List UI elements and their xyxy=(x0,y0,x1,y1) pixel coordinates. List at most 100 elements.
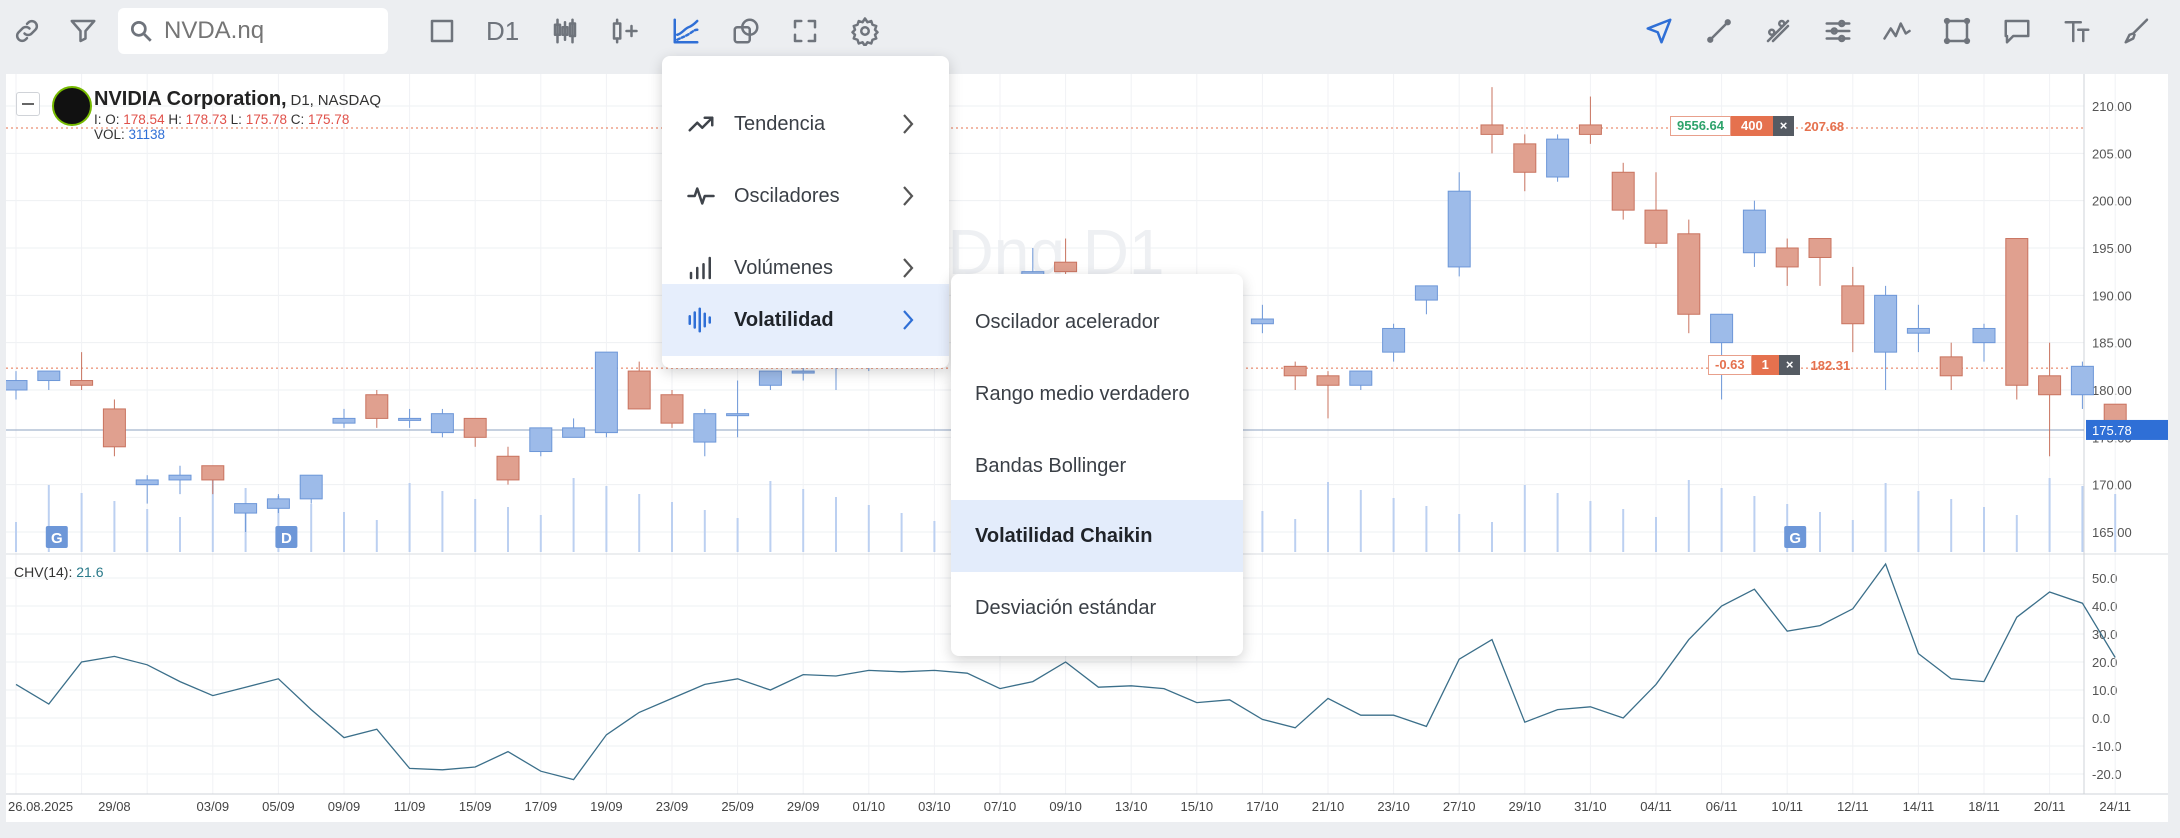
bearish-candle xyxy=(1939,356,1963,377)
date-tick-label: 13/10 xyxy=(1115,799,1148,814)
order-line-1[interactable]: 9556.64 400 × 207.68 xyxy=(1670,116,1844,136)
date-tick-label: 01/10 xyxy=(853,799,886,814)
bullish-candle xyxy=(168,474,192,481)
order-2-pl: -0.63 xyxy=(1708,355,1752,375)
add-indicator-icon[interactable] xyxy=(603,10,645,52)
order-1-close-button[interactable]: × xyxy=(1772,116,1795,136)
brush-icon[interactable] xyxy=(2116,10,2158,52)
pattern-icon[interactable] xyxy=(1876,10,1918,52)
bearish-candle xyxy=(627,370,651,410)
bullish-candle xyxy=(562,427,586,438)
date-tick-label: 26.08.2025 xyxy=(8,799,73,814)
line-icon[interactable] xyxy=(1698,10,1740,52)
date-tick-label: 11/09 xyxy=(394,799,426,814)
menu-item-osciladores[interactable]: Osciladores xyxy=(662,160,949,232)
bullish-candle xyxy=(1874,294,1898,353)
order-2-size: 1 xyxy=(1751,355,1779,375)
search-input[interactable] xyxy=(162,16,376,46)
bearish-candle xyxy=(1611,171,1635,211)
submenu-item-bollinger[interactable]: Bandas Bollinger xyxy=(951,430,1243,502)
date-tick-label: 14/11 xyxy=(1903,799,1935,814)
submenu-item-accelerator[interactable]: Oscilador acelerador xyxy=(951,286,1243,358)
bearish-candle xyxy=(1513,143,1537,173)
last-price-badge-label: 175.78 xyxy=(2092,423,2132,438)
menu-item-label: Tendencia xyxy=(734,112,826,135)
settings-icon[interactable] xyxy=(844,10,886,52)
volume-icon xyxy=(686,253,716,283)
symbol-name: NVIDIA Corporation, xyxy=(94,88,287,110)
rectangle-icon[interactable] xyxy=(1936,10,1978,52)
bearish-candle xyxy=(2005,238,2029,386)
open-label: I: O: xyxy=(94,112,120,127)
timeframe-button[interactable]: D1 xyxy=(486,16,519,47)
date-tick-label: 05/09 xyxy=(262,799,295,814)
price-tick-label: 200.00 xyxy=(2092,194,2132,209)
close-value: 175.78 xyxy=(308,112,350,127)
bullish-candle xyxy=(791,370,815,374)
link-icon[interactable] xyxy=(6,10,48,52)
compare-icon[interactable] xyxy=(725,10,767,52)
indicator-tick-label: -10.0 xyxy=(2092,739,2122,754)
date-tick-label: 25/09 xyxy=(721,799,754,814)
chv-legend: CHV(14): 21.6 xyxy=(14,564,104,580)
date-tick-label: 09/10 xyxy=(1049,799,1082,814)
collapse-legend-button[interactable] xyxy=(16,92,40,116)
bearish-candle xyxy=(1808,238,1832,258)
open-value: 178.54 xyxy=(123,112,165,127)
order-line-2[interactable]: -0.63 1 × 182.31 xyxy=(1708,355,1850,375)
bullish-candle xyxy=(1906,327,1930,334)
bullish-candle xyxy=(594,351,618,434)
symbol-search[interactable] xyxy=(118,8,388,54)
date-tick-label: 23/10 xyxy=(1377,799,1410,814)
symbol-legend: NVIDIA Corporation, D1, NASDAQ I: O: 178… xyxy=(94,88,381,142)
high-value: 178.73 xyxy=(185,112,227,127)
channel-icon[interactable] xyxy=(1817,10,1859,52)
date-tick-label: 12/11 xyxy=(1837,799,1869,814)
price-tick-label: 180.00 xyxy=(2092,383,2132,398)
filter-icon[interactable] xyxy=(62,10,104,52)
bearish-candle xyxy=(1775,247,1799,268)
chevron-right-icon xyxy=(901,184,915,208)
cursor-icon[interactable] xyxy=(1638,10,1680,52)
submenu-item-chaikin[interactable]: Volatilidad Chaikin xyxy=(951,500,1243,572)
date-tick-label: 10/11 xyxy=(1771,799,1803,814)
text-icon[interactable] xyxy=(2056,10,2098,52)
bullish-candle xyxy=(234,503,258,514)
event-marker-label: G xyxy=(51,530,63,547)
price-tick-label: 185.00 xyxy=(2092,336,2132,351)
segment-icon[interactable] xyxy=(1757,10,1799,52)
bearish-candle xyxy=(1644,209,1668,244)
menu-item-label: Volúmenes xyxy=(734,256,833,279)
candles-icon[interactable] xyxy=(544,10,586,52)
menu-item-tendencia[interactable]: Tendencia xyxy=(662,88,949,160)
date-tick-label: 29/10 xyxy=(1509,799,1542,814)
indicators-icon[interactable] xyxy=(665,10,707,52)
price-tick-label: 205.00 xyxy=(2092,146,2132,161)
date-tick-label: 20/11 xyxy=(2034,799,2066,814)
fullscreen-icon[interactable] xyxy=(784,10,826,52)
submenu-item-stddev[interactable]: Desviación estándar xyxy=(951,572,1243,644)
volatility-icon xyxy=(686,305,716,335)
date-tick-label: 15/10 xyxy=(1181,799,1214,814)
square-icon[interactable] xyxy=(421,10,463,52)
indicator-tick-label: 50.0 xyxy=(2092,571,2117,586)
search-icon xyxy=(130,20,152,42)
date-tick-label: 31/10 xyxy=(1574,799,1607,814)
order-1-size: 400 xyxy=(1731,116,1773,136)
date-tick-label: 21/10 xyxy=(1312,799,1345,814)
bullish-candle xyxy=(1250,318,1274,325)
comment-icon[interactable] xyxy=(1996,10,2038,52)
bullish-candle xyxy=(135,479,159,486)
bearish-candle xyxy=(1677,233,1701,315)
date-tick-label: 29/09 xyxy=(787,799,820,814)
bearish-candle xyxy=(1480,124,1504,135)
date-tick-label: 17/10 xyxy=(1246,799,1279,814)
chevron-right-icon xyxy=(901,308,915,332)
bearish-candle xyxy=(365,394,389,419)
menu-item-volatilidad[interactable]: Volatilidad xyxy=(662,284,949,356)
order-2-close-button[interactable]: × xyxy=(1778,355,1801,375)
bullish-candle xyxy=(1710,313,1734,344)
chv-label: CHV(14): xyxy=(14,564,73,580)
indicator-tick-label: 0.0 xyxy=(2092,711,2110,726)
submenu-item-atr[interactable]: Rango medio verdadero xyxy=(951,358,1243,430)
